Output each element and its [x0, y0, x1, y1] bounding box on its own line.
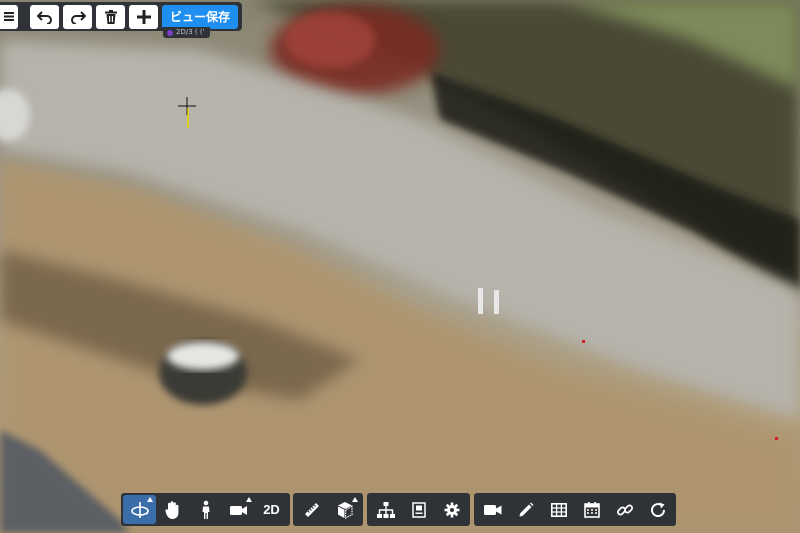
navigation-toolbar: 2D	[121, 493, 290, 526]
person-walk-icon	[202, 500, 209, 519]
grid-table-icon	[550, 502, 567, 517]
calendar-button[interactable]	[575, 495, 608, 524]
refresh-icon	[650, 502, 665, 517]
gear-icon	[444, 502, 459, 517]
menu-icon	[4, 12, 14, 21]
dropdown-caret-icon	[352, 497, 358, 502]
add-button[interactable]	[129, 4, 158, 29]
measure-toolbar	[293, 493, 363, 526]
undo-icon	[36, 10, 52, 24]
camera-view-button[interactable]	[222, 495, 255, 524]
link-icon	[616, 504, 633, 515]
ruler-icon	[304, 502, 319, 517]
status-dot-icon	[167, 29, 173, 36]
clip-box-button[interactable]	[328, 495, 361, 524]
pencil-icon	[519, 502, 533, 516]
hand-pan-icon	[164, 500, 178, 519]
panel-icon	[411, 501, 426, 518]
pan-button[interactable]	[156, 495, 189, 524]
video-camera-icon	[483, 504, 501, 515]
redo-button[interactable]	[63, 4, 92, 29]
dropdown-caret-icon	[246, 497, 252, 502]
coordinate-readout: 2D/3 ( ('	[163, 27, 210, 38]
annotate-button[interactable]	[509, 495, 542, 524]
video-button[interactable]	[476, 495, 509, 524]
point-cloud-rendering	[0, 0, 800, 533]
orbit-icon	[130, 501, 149, 518]
orbit-button[interactable]	[123, 495, 156, 524]
refresh-button[interactable]	[641, 495, 674, 524]
2d-view-button[interactable]: 2D	[255, 495, 288, 524]
walk-mode-button[interactable]	[189, 495, 222, 524]
link-button[interactable]	[608, 495, 641, 524]
table-button[interactable]	[542, 495, 575, 524]
panel-button[interactable]	[402, 495, 435, 524]
trash-icon	[104, 9, 117, 24]
point-cloud-viewport[interactable]	[0, 0, 800, 533]
tools-toolbar	[474, 493, 676, 526]
measure-button[interactable]	[295, 495, 328, 524]
redo-icon	[70, 10, 86, 24]
camera-icon	[229, 505, 247, 515]
hierarchy-icon	[376, 501, 395, 518]
calendar-icon	[583, 501, 600, 518]
structure-toolbar	[367, 493, 470, 526]
hierarchy-button[interactable]	[369, 495, 402, 524]
box-3d-icon	[337, 501, 353, 519]
undo-button[interactable]	[30, 4, 59, 29]
settings-button[interactable]	[435, 495, 468, 524]
menu-button[interactable]	[0, 4, 18, 29]
dropdown-caret-icon	[147, 497, 153, 502]
plus-icon	[136, 9, 151, 24]
delete-button[interactable]	[96, 4, 125, 29]
save-view-button[interactable]: ビュー保存	[162, 4, 239, 29]
